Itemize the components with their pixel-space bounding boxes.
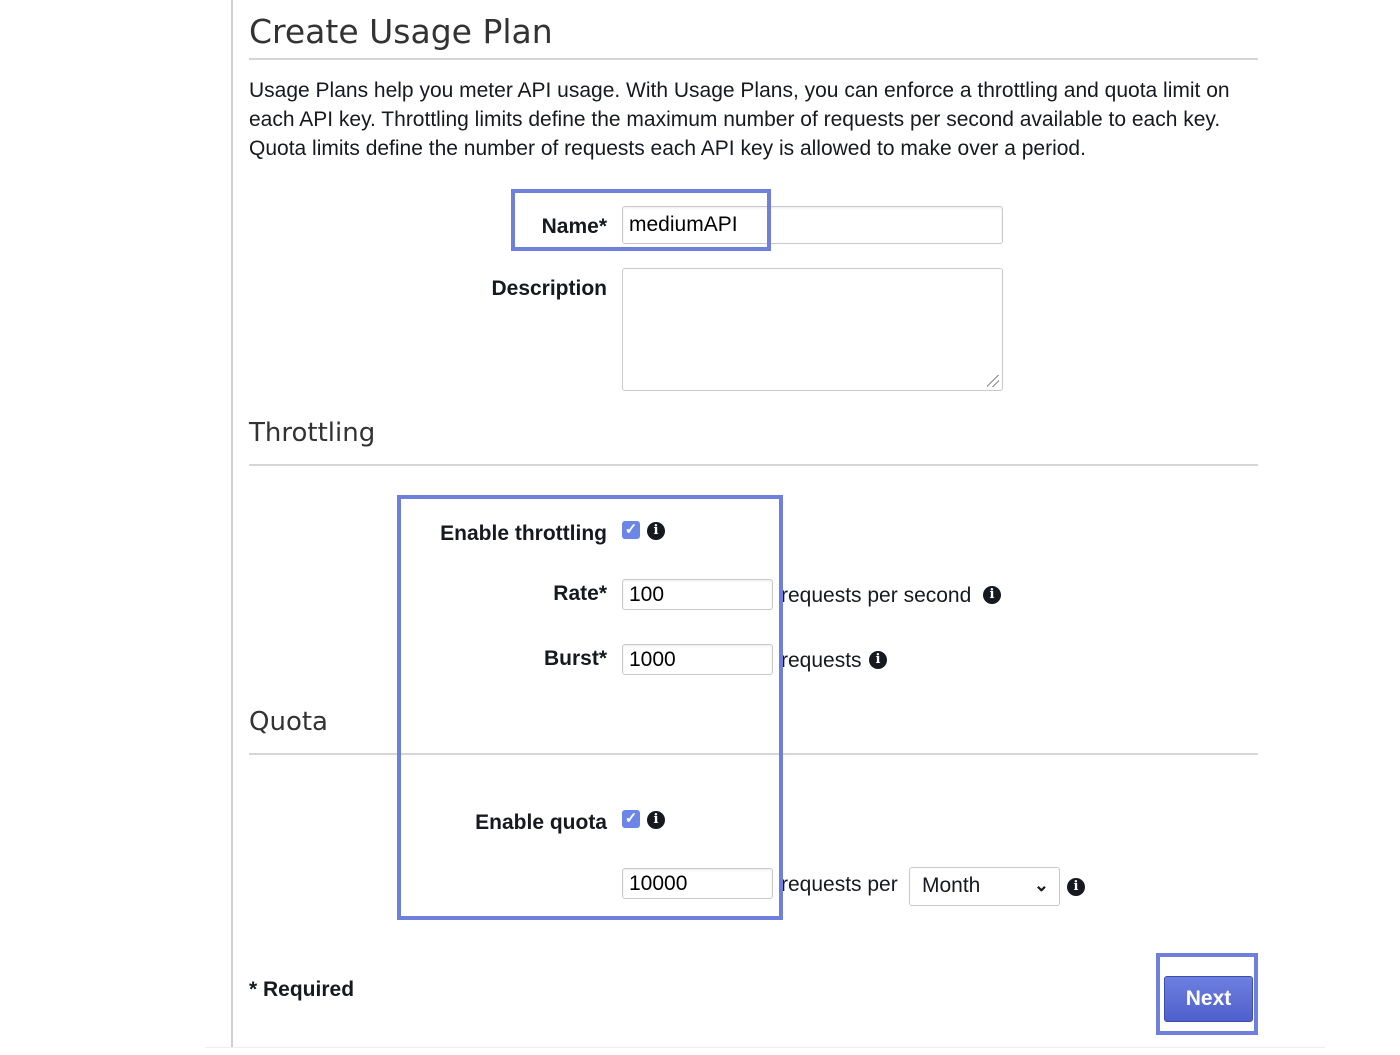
intro-line: each API key. Throttling limits define t… [249,108,1221,131]
required-note: * Required [249,978,355,1001]
quota-heading: Quota [249,707,328,737]
name-highlight-box [511,189,771,251]
info-icon[interactable]: i [983,586,1001,604]
throttling-divider [249,464,1258,466]
resize-handle-icon[interactable] [987,375,999,387]
next-button[interactable]: Next [1164,976,1253,1022]
info-icon[interactable]: i [1067,878,1085,896]
info-icon[interactable]: i [869,651,887,669]
description-textarea[interactable] [622,268,1003,391]
throttling-heading: Throttling [249,418,376,448]
quota-suffix: requests per [781,873,898,896]
left-divider [231,0,233,1048]
intro-line: Usage Plans help you meter API usage. Wi… [249,79,1230,102]
title-divider [249,58,1258,60]
rate-suffix: requests per second [781,584,972,607]
chevron-down-icon: ⌄ [1033,875,1049,895]
intro-text: Usage Plans help you meter API usage. Wi… [249,76,1269,163]
quota-period-value: Month [922,874,981,897]
bottom-divider [205,1047,1325,1048]
quota-period-select[interactable]: Month ⌄ [909,867,1060,906]
intro-line: Quota limits define the number of reques… [249,137,1086,160]
burst-suffix: requests [781,649,862,672]
throttling-quota-highlight-box [397,495,783,920]
usage-plan-page: Create Usage Plan Usage Plans help you m… [0,0,1400,1055]
page-title: Create Usage Plan [249,12,553,51]
description-label: Description [491,277,607,300]
